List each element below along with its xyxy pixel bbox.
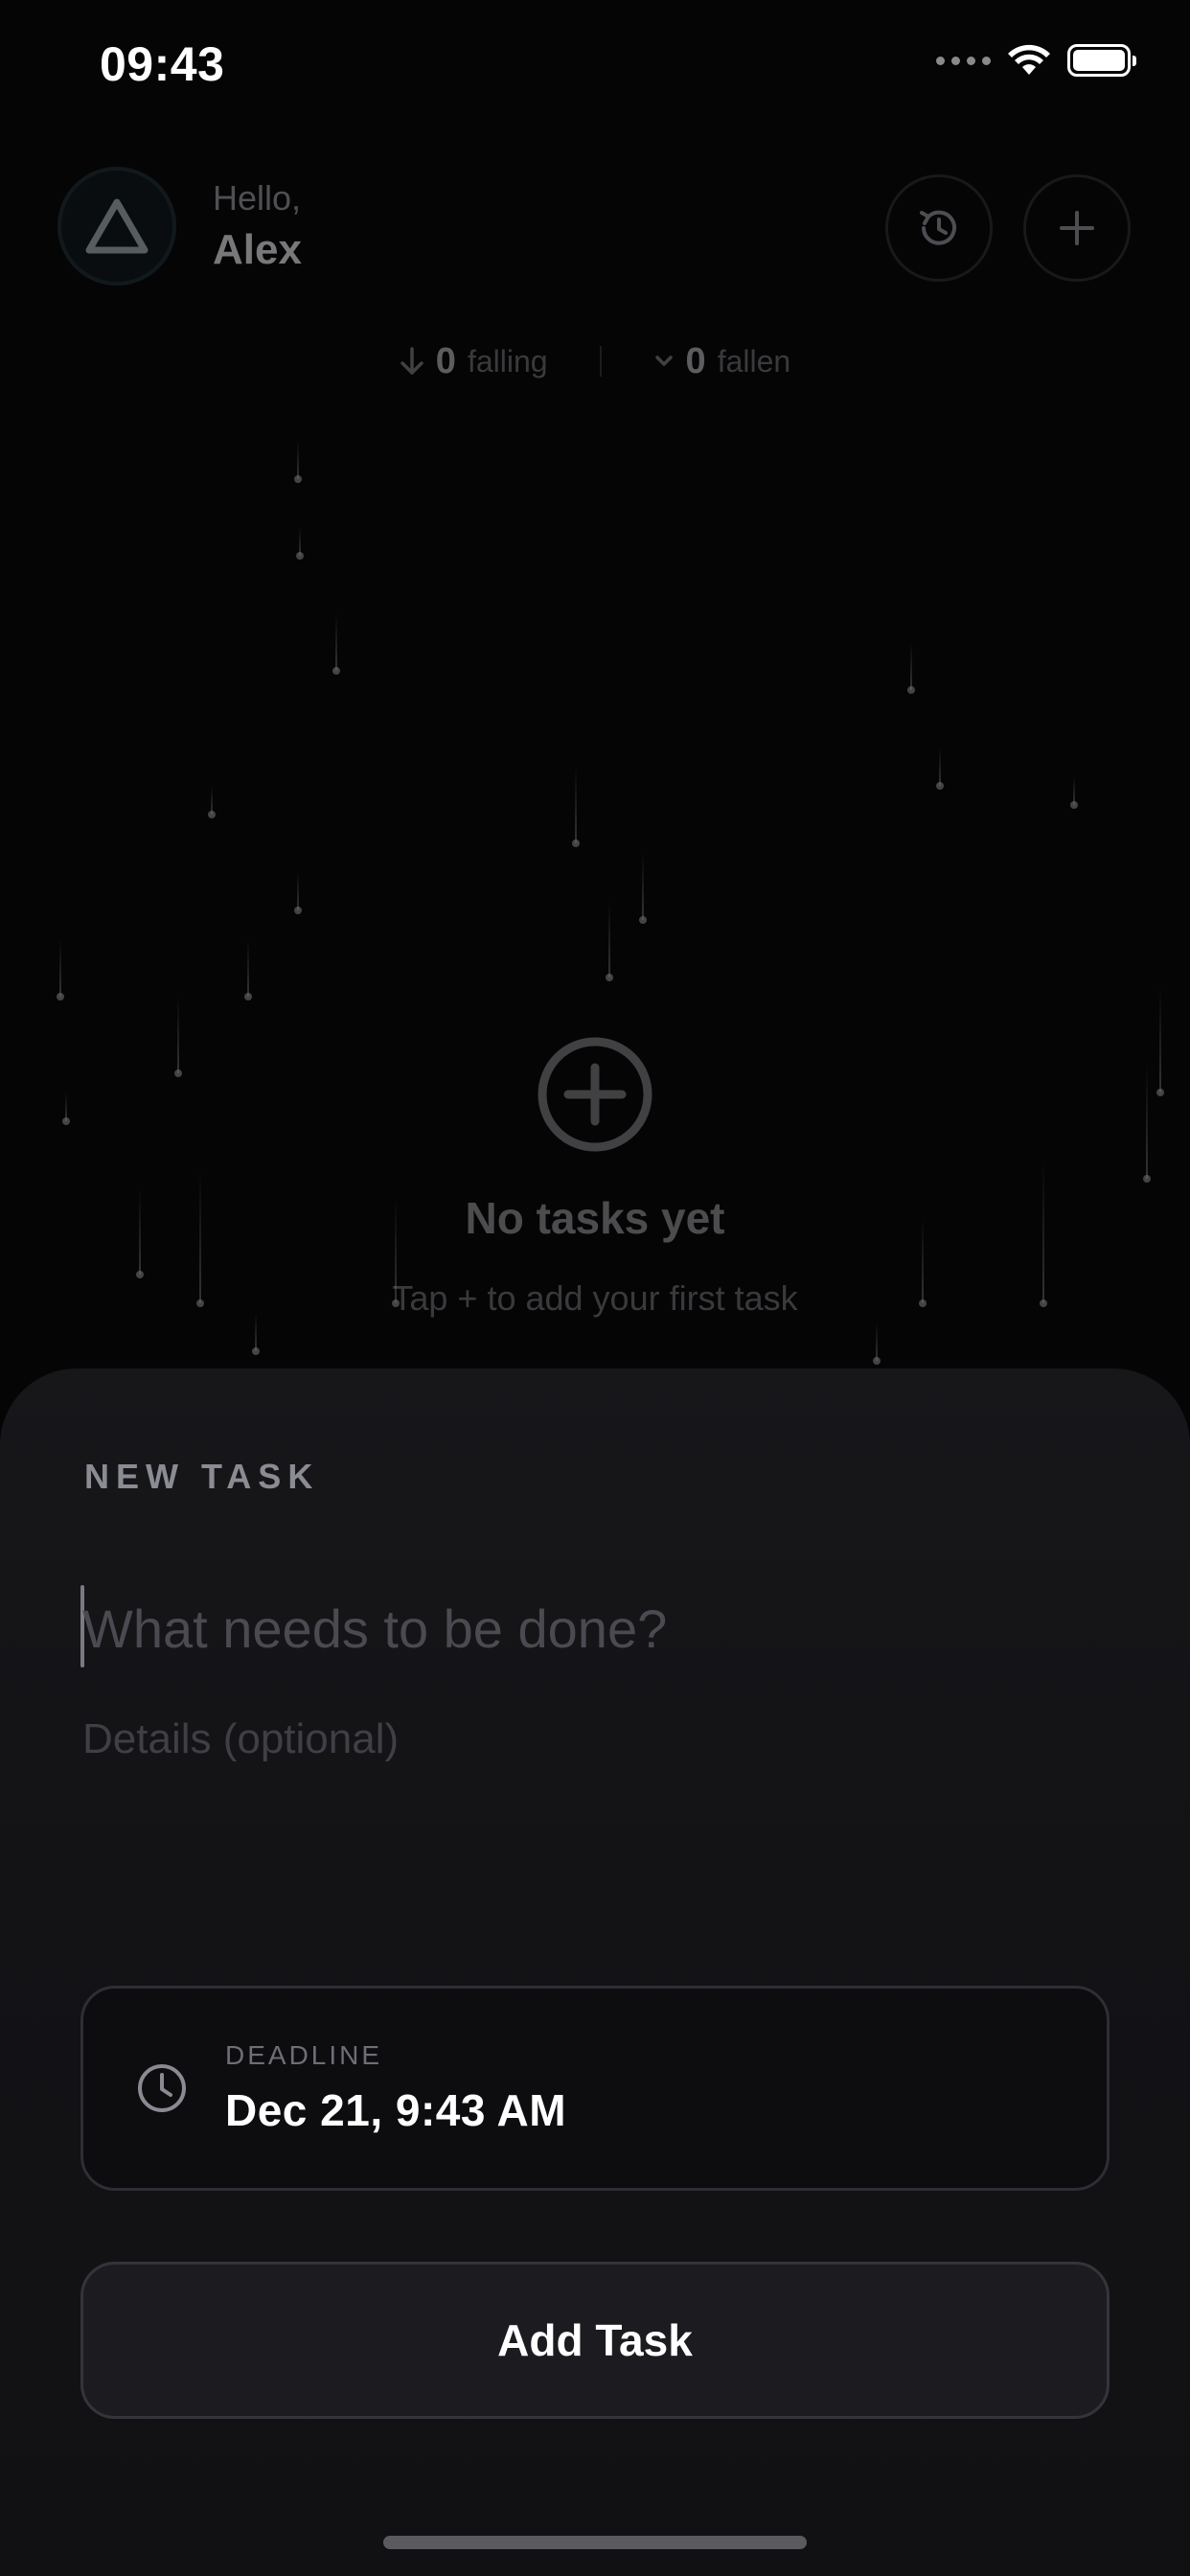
falling-label: falling <box>467 343 548 379</box>
signal-icon <box>936 56 991 65</box>
wifi-icon <box>1008 44 1050 75</box>
status-icons <box>936 44 1136 77</box>
falling-stat: 0 falling <box>400 341 548 382</box>
triangle-logo-icon <box>85 198 149 254</box>
empty-title: No tasks yet <box>465 1193 725 1243</box>
empty-subtitle: Tap + to add your first task <box>392 1278 798 1318</box>
user-name: Alex <box>213 226 302 273</box>
greeting-text: Hello, <box>213 178 302 218</box>
history-icon <box>920 210 956 245</box>
clock-icon <box>138 2064 186 2112</box>
status-time: 09:43 <box>100 37 225 91</box>
chevron-down-icon <box>654 356 673 366</box>
new-task-sheet: NEW TASK DEADLINE Dec 21, 9:43 AM Add Ta… <box>0 1368 1190 2576</box>
stats-divider <box>599 346 602 377</box>
fallen-stat: 0 fallen <box>653 340 791 382</box>
add-task-button[interactable] <box>1023 174 1131 282</box>
add-task-submit-button[interactable]: Add Task <box>80 2262 1110 2419</box>
status-bar: 09:43 <box>0 0 1190 134</box>
empty-state: No tasks yet Tap + to add your first tas… <box>0 1035 1190 1319</box>
sheet-title: NEW TASK <box>84 1457 320 1496</box>
fallen-label: fallen <box>717 343 791 379</box>
battery-icon <box>1067 44 1136 77</box>
fallen-count: 0 <box>685 340 706 381</box>
app-header: Hello, Alex <box>0 163 1190 297</box>
task-details-input[interactable] <box>82 1715 1108 1926</box>
plus-circle-icon <box>538 1037 652 1152</box>
arrow-down-icon <box>400 347 423 375</box>
falling-count: 0 <box>435 340 456 381</box>
deadline-value: Dec 21, 9:43 AM <box>225 2085 567 2135</box>
history-button[interactable] <box>885 174 993 282</box>
task-stats: 0 falling 0 fallen <box>0 337 1190 385</box>
deadline-picker[interactable]: DEADLINE Dec 21, 9:43 AM <box>80 1986 1110 2191</box>
plus-icon <box>1060 211 1094 245</box>
deadline-label: DEADLINE <box>225 2040 383 2070</box>
avatar[interactable] <box>57 167 176 286</box>
task-title-input[interactable] <box>82 1587 1108 1669</box>
home-indicator[interactable] <box>383 2536 807 2549</box>
